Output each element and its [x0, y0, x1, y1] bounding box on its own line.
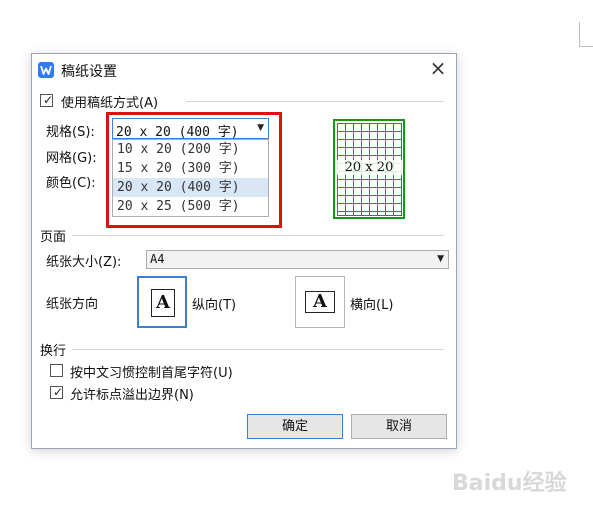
annotation-highlight-box: [106, 112, 282, 228]
use-paper-checkbox[interactable]: ✓: [40, 93, 54, 107]
paper-size-label: 纸张大小(Z):: [46, 255, 122, 270]
paper-size-value: A4: [150, 252, 165, 266]
ok-button[interactable]: 确定: [247, 414, 343, 439]
punctuation-overflow-label: 允许标点溢出边界(N): [70, 388, 194, 403]
portrait-button[interactable]: A: [137, 276, 187, 328]
dialog-titlebar: 稿纸设置 ×: [32, 54, 456, 84]
color-label: 颜色(C):: [46, 176, 96, 191]
portrait-page-icon: A: [151, 289, 175, 317]
close-icon[interactable]: ×: [428, 58, 448, 79]
checkmark-icon: ✓: [43, 93, 54, 107]
portrait-label: 纵向(T): [192, 298, 237, 313]
landscape-button[interactable]: A: [295, 276, 345, 328]
separator: [72, 235, 444, 236]
grid-label: 网格(G):: [46, 151, 97, 166]
wps-app-icon: [38, 62, 54, 78]
chevron-down-icon: ▼: [437, 254, 444, 264]
chinese-rules-label: 按中文习惯控制首尾字符(U): [70, 366, 233, 381]
paper-size-dropdown[interactable]: A4 ▼: [146, 250, 449, 269]
dialog-title: 稿纸设置: [61, 64, 117, 80]
checkmark-icon: ✓: [53, 385, 64, 399]
separator: [72, 349, 444, 350]
punctuation-overflow-checkbox[interactable]: ✓: [50, 385, 64, 399]
cancel-button[interactable]: 取消: [351, 414, 447, 439]
wrap-section-label: 换行: [40, 344, 67, 359]
page-section-label: 页面: [40, 230, 67, 245]
chinese-rules-checkbox[interactable]: [50, 364, 63, 377]
separator: [186, 101, 444, 102]
spec-label: 规格(S):: [46, 125, 95, 140]
grid-preview-label: 20 x 20: [335, 160, 403, 175]
orientation-label: 纸张方向: [46, 297, 99, 312]
use-paper-label: 使用稿纸方式(A): [61, 96, 159, 111]
grid-preview: 20 x 20: [333, 119, 405, 219]
document-corner-marker: [579, 22, 593, 47]
paper-settings-dialog: 稿纸设置 × ✓ 使用稿纸方式(A) 规格(S): 网格(G): 颜色(C): …: [31, 53, 457, 449]
landscape-page-icon: A: [305, 291, 335, 313]
watermark-logo: Baidu经验: [452, 471, 567, 496]
landscape-label: 横向(L): [350, 298, 394, 313]
